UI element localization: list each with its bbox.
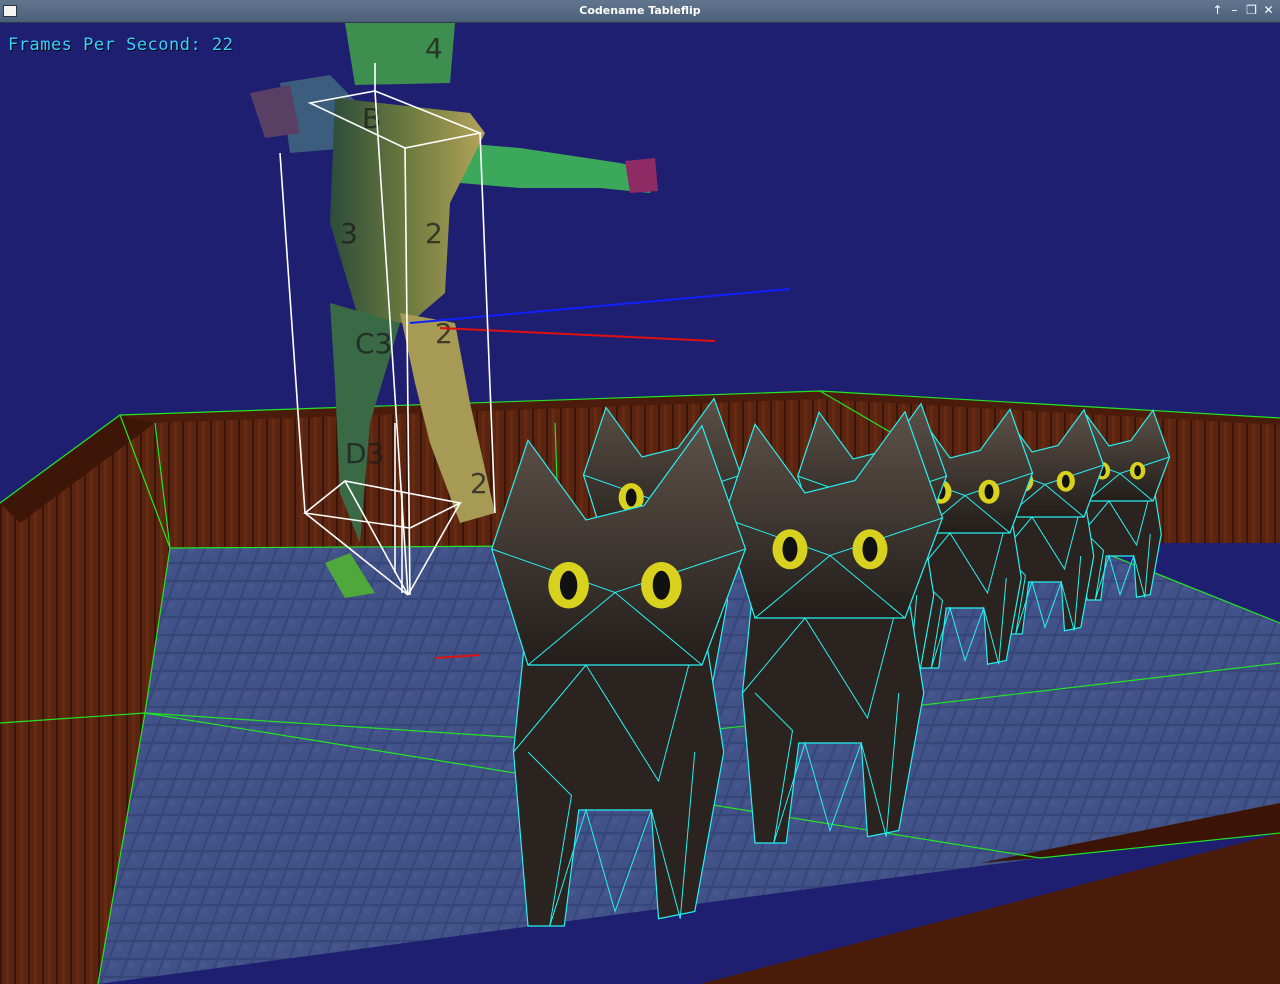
texture-glyph: C3 (355, 327, 392, 360)
title-bar[interactable]: Codename Tableflip ↑ – ❐ ✕ (0, 0, 1280, 23)
texture-glyph: 4 (425, 32, 443, 65)
app-window: Codename Tableflip ↑ – ❐ ✕ 4 B 3 2 C3 2 … (0, 0, 1280, 984)
texture-glyph: 2 (435, 317, 453, 350)
3d-viewport[interactable]: 4 B 3 2 C3 2 D3 2 Frames Per Second: 22 (0, 23, 1280, 984)
texture-glyph: D3 (345, 437, 384, 470)
minimize-icon[interactable]: – (1227, 3, 1242, 18)
texture-glyph: 3 (340, 217, 358, 250)
close-icon[interactable]: ✕ (1261, 3, 1276, 18)
texture-glyph: 2 (470, 467, 488, 500)
fps-counter: Frames Per Second: 22 (8, 35, 234, 55)
arrow-up-icon[interactable]: ↑ (1210, 3, 1225, 18)
maximize-icon[interactable]: ❐ (1244, 3, 1259, 18)
window-title: Codename Tableflip (579, 4, 701, 17)
scene-render: 4 B 3 2 C3 2 D3 2 (0, 23, 1280, 984)
texture-glyph: 2 (425, 217, 443, 250)
